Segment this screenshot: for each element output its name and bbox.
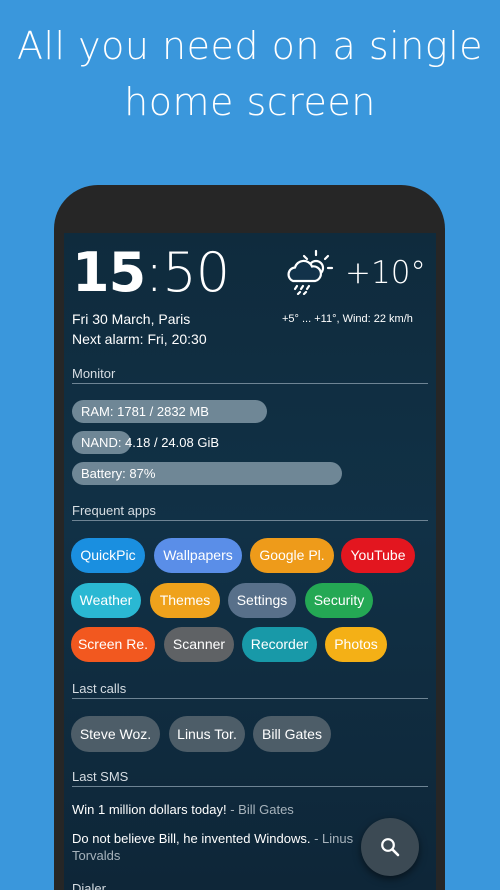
sms-item[interactable]: Win 1 million dollars today! - Bill Gate… <box>72 801 372 818</box>
next-alarm[interactable]: Next alarm: Fri, 20:30 <box>72 331 207 347</box>
sms-text: Do not believe Bill, he invented Windows… <box>72 831 311 846</box>
app-chip-quickpic[interactable]: QuickPic <box>71 538 145 573</box>
search-icon <box>381 838 400 857</box>
search-fab[interactable] <box>361 818 419 876</box>
divider <box>72 698 428 699</box>
phone-screen: 15:50 Fri 30 March, Paris Next alarm: Fr… <box>64 233 436 890</box>
ram-bar-label: RAM: 1781 / 2832 MB <box>81 404 209 419</box>
call-chip-linus[interactable]: Linus Tor. <box>169 716 245 752</box>
dialer-title: Dialer <box>72 881 106 890</box>
nand-bar-label: NAND: 4.18 / 24.08 GiB <box>81 435 220 450</box>
app-chip-recorder[interactable]: Recorder <box>242 627 317 662</box>
sms-text: Win 1 million dollars today! <box>72 802 227 817</box>
date-location: Fri 30 March, Paris <box>72 311 191 327</box>
app-chip-photos[interactable]: Photos <box>325 627 387 662</box>
last-sms-title: Last SMS <box>72 769 129 784</box>
app-chip-wallpapers[interactable]: Wallpapers <box>154 538 242 573</box>
battery-bar[interactable]: Battery: 87% <box>72 462 382 485</box>
sms-item[interactable]: Do not believe Bill, he invented Windows… <box>72 830 372 864</box>
app-chip-screen-recorder[interactable]: Screen Re. <box>71 627 155 662</box>
ram-bar[interactable]: RAM: 1781 / 2832 MB <box>72 400 382 423</box>
weather-detail: +5° ... +11°, Wind: 22 km/h <box>282 313 413 325</box>
clock-hours: 15 <box>72 241 146 304</box>
promo-headline: All you need on a single home screen <box>0 18 500 130</box>
app-chip-weather[interactable]: Weather <box>71 583 141 618</box>
cloud-sun-rain-icon[interactable] <box>283 249 335 295</box>
promo-line-1: All you need on a single <box>16 24 484 68</box>
divider <box>72 786 428 787</box>
divider <box>72 383 428 384</box>
app-chip-scanner[interactable]: Scanner <box>164 627 234 662</box>
frequent-apps-title: Frequent apps <box>72 503 156 518</box>
app-chip-settings[interactable]: Settings <box>228 583 296 618</box>
promo-line-2: home screen <box>124 80 376 124</box>
nand-bar[interactable]: NAND: 4.18 / 24.08 GiB <box>72 431 382 454</box>
call-chip-bill[interactable]: Bill Gates <box>253 716 331 752</box>
app-chip-themes[interactable]: Themes <box>150 583 220 618</box>
app-chip-security[interactable]: Security <box>305 583 373 618</box>
monitor-title: Monitor <box>72 366 116 381</box>
battery-bar-label: Battery: 87% <box>81 466 156 481</box>
clock-widget[interactable]: 15:50 <box>72 241 230 304</box>
call-chip-steve[interactable]: Steve Woz. <box>71 716 160 752</box>
app-chip-youtube[interactable]: YouTube <box>341 538 415 573</box>
sms-sender: - Bill Gates <box>226 802 294 817</box>
clock-minutes: :50 <box>145 241 230 304</box>
last-calls-title: Last calls <box>72 681 127 696</box>
app-chip-google-play[interactable]: Google Pl. <box>250 538 334 573</box>
divider <box>72 520 428 521</box>
temperature: +10° <box>345 255 426 291</box>
